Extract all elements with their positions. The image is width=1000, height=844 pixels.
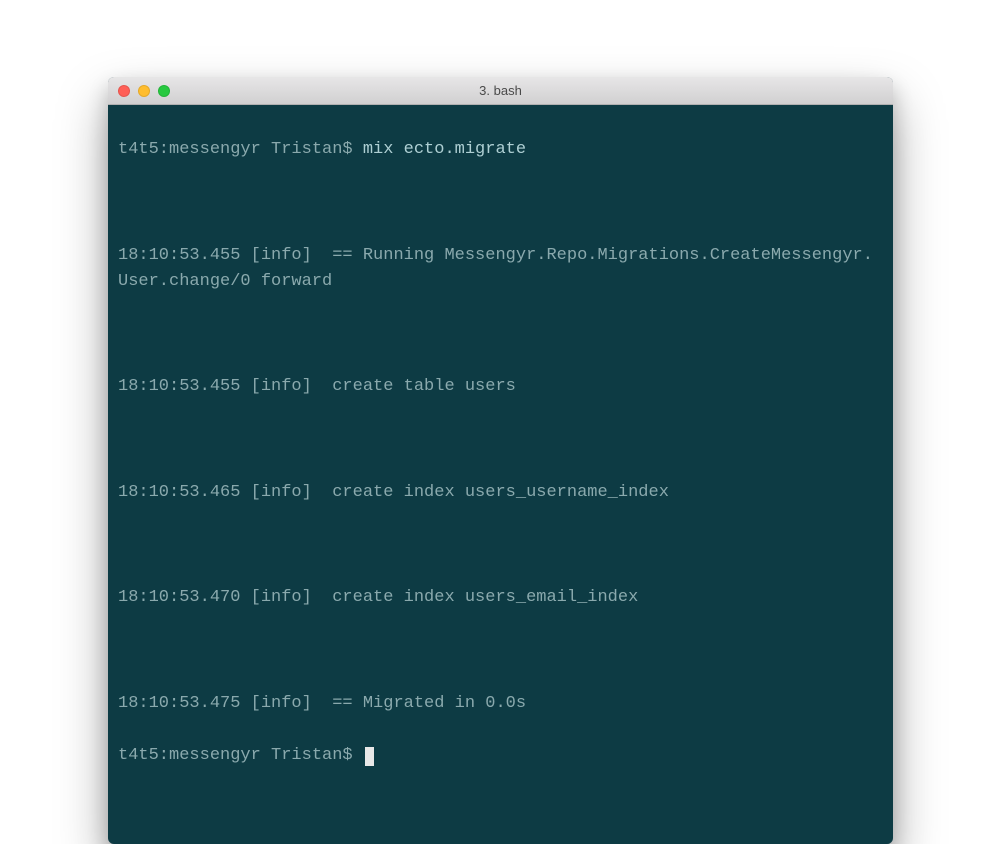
shell-command: mix ecto.migrate bbox=[363, 140, 526, 159]
terminal-blank-line bbox=[118, 533, 883, 559]
terminal-window: 3. bash t4t5:messengyr Tristan$ mix ecto… bbox=[108, 77, 893, 844]
terminal-blank-line bbox=[118, 322, 883, 348]
cursor-icon bbox=[365, 747, 374, 766]
terminal-output-line: 18:10:53.475 [info] == Migrated in 0.0s bbox=[118, 691, 883, 717]
terminal-output-line: 18:10:53.465 [info] create index users_u… bbox=[118, 480, 883, 506]
window-controls bbox=[108, 85, 170, 97]
shell-prompt: t4t5:messengyr Tristan$ bbox=[118, 140, 363, 159]
terminal-output-line: 18:10:53.470 [info] create index users_e… bbox=[118, 585, 883, 611]
close-icon[interactable] bbox=[118, 85, 130, 97]
terminal-blank-line bbox=[118, 638, 883, 664]
terminal-output-line: 18:10:53.455 [info] == Running Messengyr… bbox=[118, 243, 883, 296]
terminal-body[interactable]: t4t5:messengyr Tristan$ mix ecto.migrate… bbox=[108, 105, 893, 844]
terminal-blank-line bbox=[118, 427, 883, 453]
maximize-icon[interactable] bbox=[158, 85, 170, 97]
window-title: 3. bash bbox=[108, 83, 893, 98]
terminal-blank-line bbox=[118, 190, 883, 216]
minimize-icon[interactable] bbox=[138, 85, 150, 97]
terminal-line: t4t5:messengyr Tristan$ mix ecto.migrate bbox=[118, 137, 883, 163]
window-titlebar[interactable]: 3. bash bbox=[108, 77, 893, 105]
terminal-output-line: 18:10:53.455 [info] create table users bbox=[118, 374, 883, 400]
shell-prompt: t4t5:messengyr Tristan$ bbox=[118, 746, 363, 765]
terminal-line: t4t5:messengyr Tristan$ bbox=[118, 743, 883, 769]
